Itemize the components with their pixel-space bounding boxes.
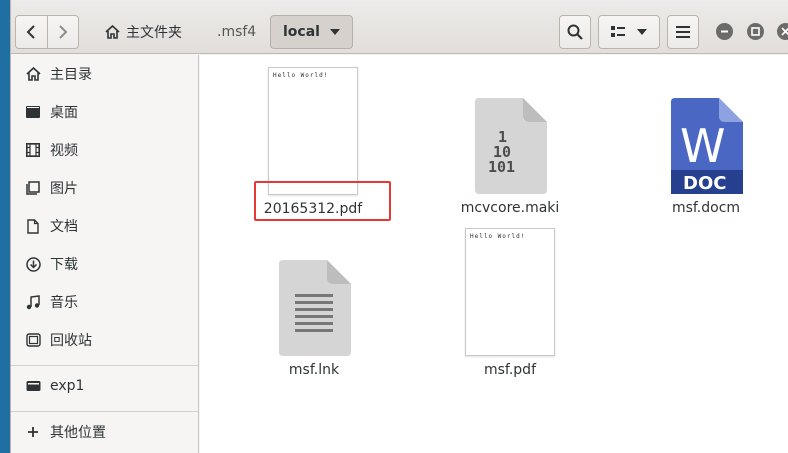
- list-view-icon: [611, 26, 625, 37]
- svg-text:DOC: DOC: [683, 173, 726, 194]
- sidebar: 主目录 桌面 视频 图片 文档 下载 音乐 回收站 exp1 其他位置: [11, 55, 199, 453]
- sidebar-separator: [11, 365, 199, 366]
- sidebar-item-label: 其他位置: [50, 425, 106, 441]
- nav-button-group: [15, 15, 79, 49]
- pdf-thumbnail: Hello World!: [268, 67, 358, 195]
- trash-icon: [25, 332, 41, 348]
- file-manager-window: 主文件夹 .msf4 local 主目录 桌面 视频 图片 文档 下载 音乐 回…: [10, 0, 788, 453]
- file-name: msf.docm: [671, 200, 741, 216]
- svg-text:101: 101: [488, 158, 515, 176]
- file-item-msf-docm[interactable]: W DOC msf.docm: [646, 98, 766, 216]
- back-arrow-icon: [26, 25, 35, 39]
- back-button[interactable]: [16, 16, 47, 48]
- chevron-down-icon: [329, 29, 340, 35]
- maximize-icon: [751, 27, 760, 36]
- menu-button[interactable]: [667, 15, 699, 49]
- sidebar-item-music[interactable]: 音乐: [11, 285, 199, 319]
- highlight-annotation: [254, 181, 391, 221]
- file-item-mcvcore-maki[interactable]: 1 10 101 mcvcore.maki: [450, 98, 570, 216]
- picture-icon: [25, 180, 41, 196]
- sidebar-item-label: 回收站: [50, 333, 92, 349]
- sidebar-item-video[interactable]: 视频: [11, 133, 199, 167]
- forward-button[interactable]: [48, 16, 79, 48]
- sidebar-item-downloads[interactable]: 下载: [11, 247, 199, 281]
- view-options-button[interactable]: [598, 15, 660, 49]
- search-button[interactable]: [559, 15, 591, 49]
- header-bar: 主文件夹 .msf4 local: [11, 0, 788, 54]
- home-icon: [105, 25, 120, 39]
- file-item-msf-lnk[interactable]: msf.lnk: [254, 260, 374, 378]
- thumbnail-text: Hello World!: [273, 72, 329, 79]
- sidebar-item-pictures[interactable]: 图片: [11, 171, 199, 205]
- sidebar-separator: [11, 411, 199, 412]
- document-icon: [25, 218, 41, 234]
- pdf-thumbnail: Hello World!: [465, 228, 555, 356]
- sidebar-item-label: 音乐: [50, 295, 78, 311]
- search-icon: [567, 24, 583, 40]
- sidebar-item-home[interactable]: 主目录: [11, 57, 199, 91]
- forward-arrow-icon: [59, 25, 68, 39]
- file-name: mcvcore.maki: [460, 200, 560, 216]
- plus-icon: [25, 424, 41, 440]
- minimize-button[interactable]: [716, 23, 733, 40]
- sidebar-item-label: 桌面: [50, 105, 78, 121]
- sidebar-item-documents[interactable]: 文档: [11, 209, 199, 243]
- word-document-icon: W DOC: [671, 98, 743, 194]
- close-icon: [781, 27, 788, 36]
- chevron-down-icon: [637, 29, 647, 35]
- desktop-icon: [25, 104, 41, 120]
- file-view: Hello World! 20165312.pdf 1 10 101 mcvco…: [200, 55, 788, 453]
- breadcrumb-msf4[interactable]: .msf4: [207, 15, 266, 49]
- text-file-icon: [279, 260, 351, 356]
- music-icon: [25, 294, 41, 310]
- sidebar-item-exp1[interactable]: exp1: [11, 369, 199, 403]
- video-icon: [25, 142, 41, 158]
- minimize-icon: [721, 30, 728, 33]
- sidebar-item-label: 视频: [50, 143, 78, 159]
- home-icon: [25, 66, 41, 82]
- hamburger-menu-icon: [676, 26, 690, 38]
- download-icon: [25, 256, 41, 272]
- thumbnail-text: Hello World!: [470, 233, 526, 240]
- svg-text:W: W: [680, 119, 725, 173]
- sidebar-item-label: 图片: [50, 181, 78, 197]
- binary-file-icon: 1 10 101: [475, 98, 547, 194]
- sidebar-item-label: exp1: [50, 378, 85, 394]
- sidebar-item-trash[interactable]: 回收站: [11, 323, 199, 357]
- close-button[interactable]: [777, 23, 788, 40]
- breadcrumb-home[interactable]: 主文件夹: [95, 15, 192, 49]
- sidebar-item-label: 文档: [50, 219, 78, 235]
- file-name: msf.pdf: [484, 362, 536, 378]
- sidebar-item-label: 主目录: [50, 67, 92, 83]
- breadcrumb-local-label: local: [283, 24, 320, 40]
- breadcrumb-local[interactable]: local: [270, 15, 353, 49]
- sidebar-item-other-locations[interactable]: 其他位置: [11, 415, 199, 449]
- sidebar-item-desktop[interactable]: 桌面: [11, 95, 199, 129]
- file-item-msf-pdf[interactable]: Hello World! msf.pdf: [450, 228, 570, 378]
- file-name: msf.lnk: [288, 362, 340, 378]
- drive-icon: [25, 378, 41, 394]
- sidebar-item-label: 下载: [50, 257, 78, 273]
- breadcrumb-home-label: 主文件夹: [126, 25, 182, 41]
- maximize-button[interactable]: [747, 23, 764, 40]
